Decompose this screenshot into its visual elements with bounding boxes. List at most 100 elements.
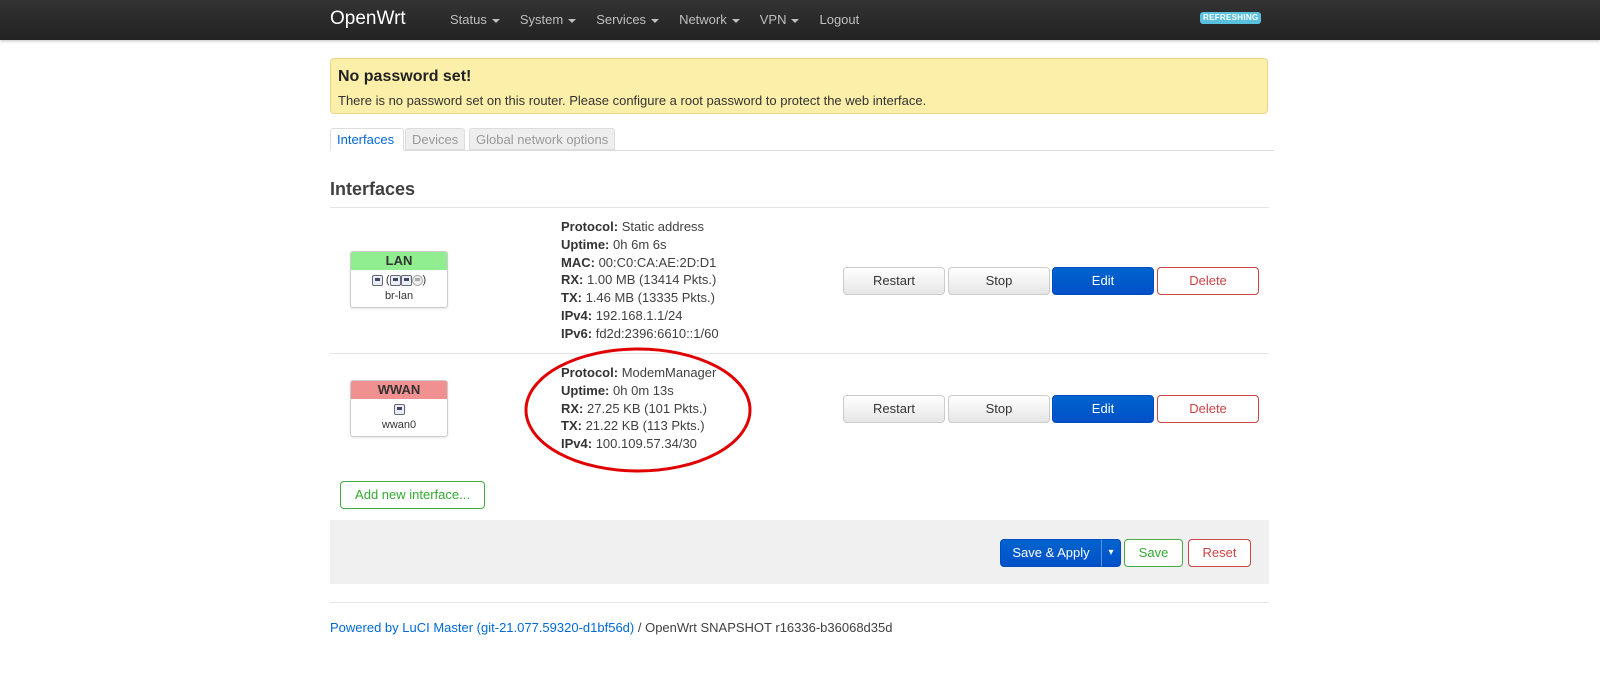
reset-button[interactable]: Reset	[1188, 539, 1251, 567]
detail-value: 1.46 MB (13335 Pkts.)	[585, 290, 715, 306]
detail-key: RX:	[561, 272, 584, 288]
detail-value: 0h 6m 6s	[613, 236, 667, 252]
interface-device-icons	[351, 400, 447, 418]
menu-network[interactable]: Network	[669, 0, 750, 40]
caret-down-icon	[568, 18, 577, 23]
detail-row: IPv6: fd2d:2396:6610::1/60	[561, 325, 719, 343]
restart-button-lan[interactable]: Restart	[843, 267, 945, 295]
detail-value: 00:C0:CA:AE:2D:D1	[598, 254, 717, 270]
menu-logout-label: Logout	[819, 12, 860, 27]
alert-title: No password set!	[338, 68, 472, 85]
detail-row: MAC: 00:C0:CA:AE:2D:D1	[561, 254, 719, 272]
stop-button-lan[interactable]: Stop	[948, 267, 1050, 295]
delete-button-wwan[interactable]: Delete	[1157, 395, 1259, 423]
tab-interfaces[interactable]: Interfaces	[330, 128, 404, 151]
menu-services-label: Services	[596, 12, 647, 27]
restart-button-wwan[interactable]: Restart	[843, 395, 945, 423]
interface-device-name: wwan0	[381, 419, 417, 431]
menu-logout[interactable]: Logout	[809, 0, 869, 40]
detail-row: Uptime: 0h 6m 6s	[561, 236, 719, 254]
interface-device-icons: ()	[351, 271, 447, 289]
menu-system[interactable]: System	[510, 0, 586, 40]
delete-button-lan[interactable]: Delete	[1157, 267, 1259, 295]
caret-down-icon	[651, 18, 660, 23]
caret-down-icon	[791, 18, 800, 23]
refreshing-badge[interactable]: REFRESHING	[1200, 12, 1262, 24]
menu-network-label: Network	[679, 12, 727, 27]
divider	[330, 353, 1269, 354]
ethernet-port-icon	[389, 274, 401, 286]
detail-key: Uptime:	[561, 236, 610, 252]
section-title: Interfaces	[330, 179, 416, 199]
paren-close: )	[422, 274, 427, 286]
interface-device-name: br-lan	[384, 290, 414, 302]
detail-key: RX:	[561, 400, 584, 416]
menu-vpn[interactable]: VPN	[750, 0, 810, 40]
edit-button-lan[interactable]: Edit	[1052, 267, 1154, 295]
no-password-alert: No password set! There is no password se…	[330, 58, 1268, 114]
detail-key: Protocol:	[561, 365, 619, 380]
detail-key: IPv4:	[561, 436, 593, 452]
detail-row: Uptime: 0h 0m 13s	[561, 382, 716, 400]
detail-value: fd2d:2396:6610::1/60	[595, 325, 719, 341]
top-navbar: OpenWrt Status System Services Network V…	[0, 0, 1600, 40]
detail-row: RX: 1.00 MB (13414 Pkts.)	[561, 271, 719, 289]
detail-value: 21.22 KB (113 Pkts.)	[585, 418, 705, 434]
detail-key: IPv4:	[561, 307, 593, 323]
ethernet-port-icon	[400, 274, 412, 286]
tab-devices[interactable]: Devices	[405, 128, 466, 150]
detail-key: Uptime:	[561, 382, 610, 398]
detail-row: RX: 27.25 KB (101 Pkts.)	[561, 400, 716, 418]
detail-key: TX:	[561, 290, 582, 306]
divider	[330, 207, 1269, 208]
save-apply-button[interactable]: Save & Apply	[1000, 539, 1102, 567]
bridge-icon	[371, 274, 383, 286]
edit-button-wwan[interactable]: Edit	[1052, 395, 1154, 423]
caret-down-icon	[731, 18, 740, 23]
detail-row: Protocol: ModemManager	[561, 364, 716, 382]
ethernet-port-icon	[393, 403, 405, 415]
detail-value: ModemManager	[621, 365, 717, 380]
interface-details-wwan: Protocol: ModemManager Uptime: 0h 0m 13s…	[561, 364, 716, 453]
add-new-interface-button[interactable]: Add new interface...	[340, 481, 485, 509]
main-menu: Status System Services Network VPN Logou…	[440, 0, 869, 40]
save-button[interactable]: Save	[1124, 539, 1183, 567]
footer-version-text: / OpenWrt SNAPSHOT r16336-b36068d35d	[634, 620, 893, 635]
luci-link[interactable]: Powered by LuCI Master (git-21.077.59320…	[330, 620, 634, 635]
detail-row: Protocol: Static address	[561, 218, 719, 236]
tab-global-network-options[interactable]: Global network options	[469, 128, 616, 150]
menu-services[interactable]: Services	[586, 0, 669, 40]
interface-badge-lan[interactable]: LAN () br-lan	[350, 251, 448, 308]
interface-name: WWAN	[351, 381, 447, 399]
save-apply-dropdown-toggle[interactable]: ▾	[1101, 539, 1121, 567]
menu-vpn-label: VPN	[759, 12, 787, 27]
interface-details-lan: Protocol: Static address Uptime: 0h 6m 6…	[561, 218, 719, 343]
detail-value: 1.00 MB (13414 Pkts.)	[587, 272, 717, 288]
detail-value: Static address	[621, 219, 705, 234]
menu-status[interactable]: Status	[440, 0, 510, 40]
alert-text: There is no password set on this router.…	[338, 93, 927, 108]
detail-row: TX: 21.22 KB (113 Pkts.)	[561, 417, 716, 435]
network-tabs: Interfaces Devices Global network option…	[330, 128, 1274, 151]
detail-row: IPv4: 100.109.57.34/30	[561, 435, 716, 453]
detail-value: 100.109.57.34/30	[595, 436, 697, 452]
detail-key: IPv6:	[561, 325, 593, 341]
interface-badge-wwan[interactable]: WWAN wwan0	[350, 380, 448, 437]
detail-row: TX: 1.46 MB (13335 Pkts.)	[561, 289, 719, 307]
detail-key: MAC:	[561, 254, 595, 270]
detail-value: 0h 0m 13s	[613, 382, 674, 398]
interface-name: LAN	[351, 252, 447, 270]
wireless-icon	[411, 274, 423, 286]
menu-status-label: Status	[450, 12, 487, 27]
caret-down-icon	[491, 18, 500, 23]
detail-key: Protocol:	[561, 219, 619, 234]
paren-open: (	[385, 274, 390, 286]
stop-button-wwan[interactable]: Stop	[948, 395, 1050, 423]
brand-logo[interactable]: OpenWrt	[330, 8, 406, 30]
detail-key: TX:	[561, 418, 582, 434]
footer: Powered by LuCI Master (git-21.077.59320…	[330, 620, 892, 635]
detail-value: 27.25 KB (101 Pkts.)	[587, 400, 707, 416]
menu-system-label: System	[519, 12, 564, 27]
detail-row: IPv4: 192.168.1.1/24	[561, 307, 719, 325]
divider	[330, 602, 1269, 603]
